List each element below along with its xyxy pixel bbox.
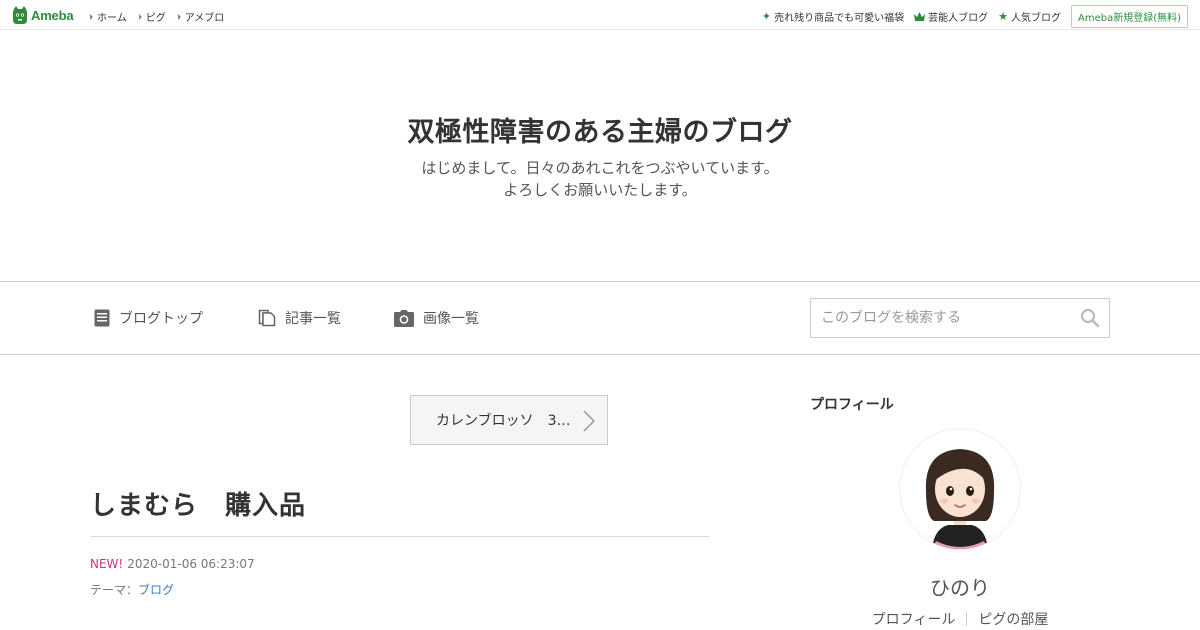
blog-search bbox=[810, 298, 1110, 338]
fukubukuro-link[interactable]: ✦ 売れ残り商品でも可愛い福袋 bbox=[762, 9, 904, 24]
sparkle-icon: ✦ bbox=[761, 10, 772, 23]
nav-pigg-link[interactable]: ピグ bbox=[138, 9, 166, 24]
nav-entry-list-label: 記事一覧 bbox=[285, 311, 341, 327]
star-icon: ★ bbox=[998, 10, 1008, 23]
entry-title-divider bbox=[90, 536, 710, 537]
caret-right-icon bbox=[138, 13, 142, 20]
nav-image-list[interactable]: 画像一覧 bbox=[394, 308, 479, 328]
document-icon bbox=[94, 309, 110, 327]
nav-entry-list[interactable]: 記事一覧 bbox=[258, 308, 341, 328]
caret-right-icon bbox=[177, 13, 181, 20]
blog-header: 双極性障害のある主婦のブログ はじめまして。日々のあれこれをつぶやいています。 … bbox=[0, 30, 1200, 282]
nav-pigg-label: ピグ bbox=[145, 13, 166, 24]
profile-name[interactable]: ひのり bbox=[810, 572, 1110, 601]
celebrity-blog-link[interactable]: 芸能人ブログ bbox=[914, 9, 988, 24]
theme-link[interactable]: ブログ bbox=[138, 583, 174, 597]
previous-entry-button[interactable]: カレンブロッソ 3… bbox=[410, 395, 608, 445]
popular-blog-link[interactable]: ★ 人気ブログ bbox=[998, 9, 1061, 24]
copy-icon bbox=[258, 309, 276, 327]
previous-entry-label: カレンブロッソ 3… bbox=[436, 413, 571, 429]
blog-title[interactable]: 双極性障害のある主婦のブログ bbox=[0, 110, 1200, 149]
search-button[interactable] bbox=[1079, 308, 1101, 330]
popular-blog-label: 人気ブログ bbox=[1010, 13, 1061, 24]
pigg-room-link[interactable]: ピグの部屋 bbox=[967, 609, 1059, 629]
nav-blog-top[interactable]: ブログトップ bbox=[94, 308, 203, 328]
caret-right-icon bbox=[90, 13, 93, 20]
entry-meta: NEW! 2020-01-06 06:23:07 bbox=[90, 557, 255, 571]
ameba-logo[interactable]: Ameba bbox=[12, 6, 74, 24]
avatar-illustration bbox=[900, 429, 1020, 549]
profile-heading: プロフィール bbox=[810, 397, 894, 413]
nav-blog-top-label: ブログトップ bbox=[119, 311, 203, 327]
ameba-mascot-icon bbox=[13, 6, 27, 24]
fukubukuro-label: 売れ残り商品でも可愛い福袋 bbox=[774, 13, 905, 24]
blog-description: はじめまして。日々のあれこれをつぶやいています。 よろしくお願いいたします。 bbox=[0, 157, 1200, 201]
nav-home-link[interactable]: ホーム bbox=[90, 9, 127, 24]
crown-icon bbox=[914, 12, 926, 21]
search-icon bbox=[1080, 308, 1100, 328]
blog-search-input[interactable] bbox=[811, 299, 1071, 337]
theme-prefix: テーマ： bbox=[90, 583, 139, 597]
header-right-links: ✦ 売れ残り商品でも可愛い福袋 芸能人ブログ ★ 人気ブログ Ameba新規登録… bbox=[762, 5, 1188, 28]
profile-link[interactable]: プロフィール bbox=[861, 609, 967, 629]
global-nav: ホーム ピグ アメブロ bbox=[90, 9, 224, 24]
blog-nav: ブログトップ 記事一覧 画像一覧 bbox=[0, 282, 1200, 355]
profile-links: プロフィール ピグの部屋 bbox=[810, 609, 1110, 629]
global-header: Ameba ホーム ピグ アメブロ ✦ 売れ残り商品でも可愛い福袋 芸能人ブログ… bbox=[0, 0, 1200, 30]
camera-icon bbox=[394, 309, 414, 327]
nav-ameblo-link[interactable]: アメブロ bbox=[177, 9, 225, 24]
new-badge: NEW! bbox=[90, 557, 124, 571]
blog-description-line-1: はじめまして。日々のあれこれをつぶやいています。 bbox=[421, 159, 779, 177]
celebrity-blog-label: 芸能人ブログ bbox=[928, 13, 989, 24]
avatar[interactable] bbox=[900, 429, 1020, 549]
blog-description-line-2: よろしくお願いいたします。 bbox=[503, 181, 697, 199]
nav-home-label: ホーム bbox=[97, 13, 127, 24]
entry-title[interactable]: しまむら 購入品 bbox=[90, 485, 306, 522]
nav-ameblo-label: アメブロ bbox=[184, 13, 225, 24]
register-button[interactable]: Ameba新規登録(無料) bbox=[1070, 5, 1188, 28]
nav-image-list-label: 画像一覧 bbox=[423, 311, 479, 327]
entry-theme: テーマ：ブログ bbox=[90, 581, 174, 598]
logo-text: Ameba bbox=[31, 7, 74, 23]
entry-datetime: 2020-01-06 06:23:07 bbox=[127, 557, 255, 571]
chevron-right-icon bbox=[583, 410, 595, 432]
